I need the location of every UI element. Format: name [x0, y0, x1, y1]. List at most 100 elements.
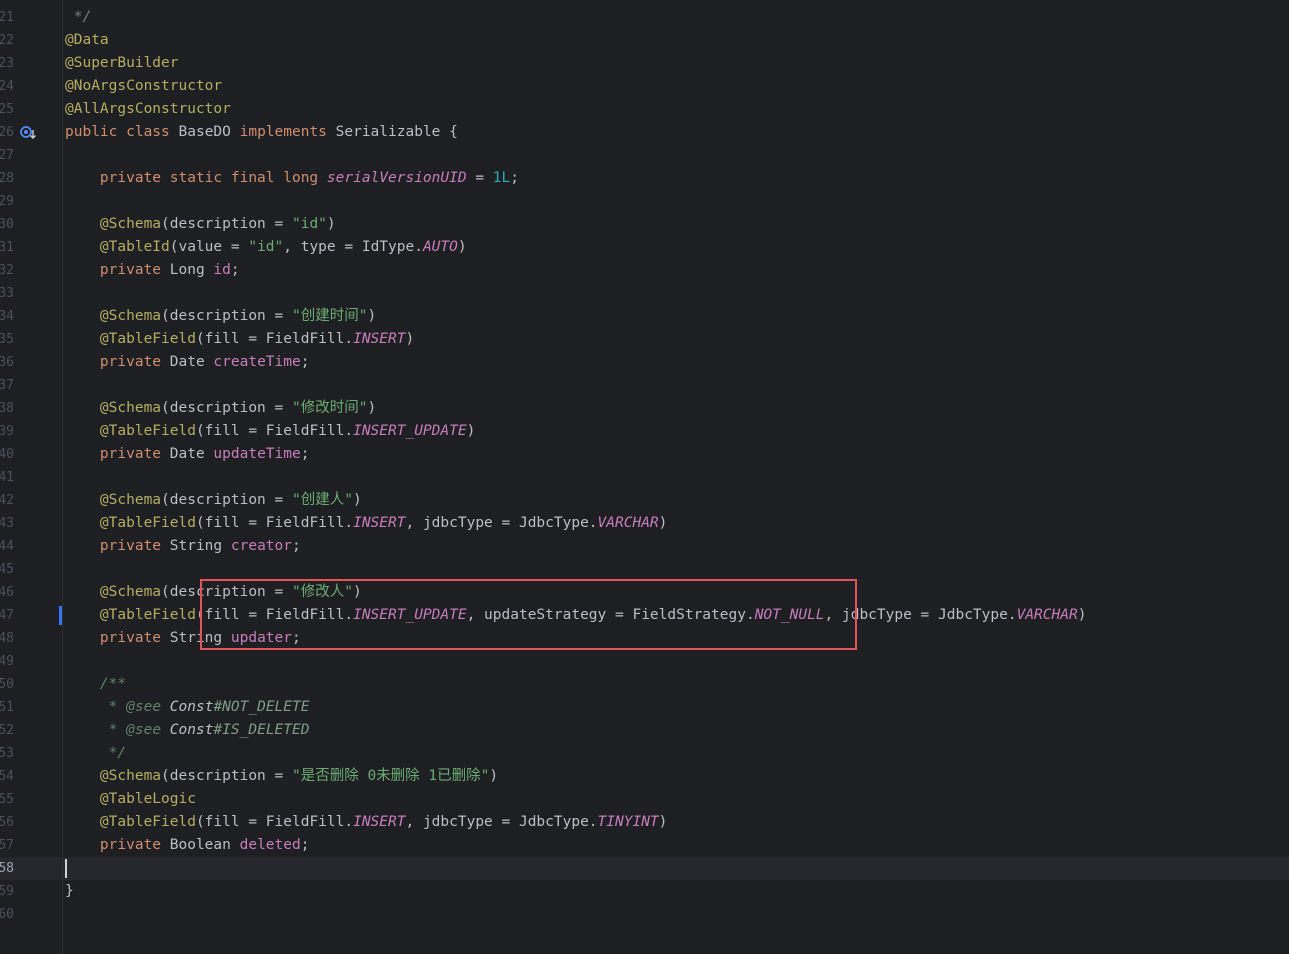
code-text: */: [65, 6, 91, 29]
code-text: [65, 857, 67, 880]
implementation-icon[interactable]: [19, 125, 37, 141]
code-line[interactable]: 31 @TableId(value = "id", type = IdType.…: [0, 236, 1289, 259]
line-number: 44: [0, 539, 14, 554]
code-line[interactable]: 51 * @see Const#NOT_DELETE: [0, 696, 1289, 719]
code-token: private: [99, 446, 170, 462]
code-line[interactable]: 30 @Schema(description = "id"): [0, 213, 1289, 236]
code-line[interactable]: 60: [0, 903, 1289, 926]
code-token: ;: [291, 538, 301, 554]
text-caret: [65, 858, 67, 878]
code-line[interactable]: 50 /**: [0, 673, 1289, 696]
code-text: private Date updateTime;: [65, 443, 310, 466]
code-token: Long: [169, 262, 214, 278]
code-token: @TableField: [99, 607, 196, 623]
code-token: Date: [169, 354, 214, 370]
line-number: 30: [0, 217, 14, 232]
code-token: ): [457, 239, 467, 255]
code-line[interactable]: 56 @TableField(fill = FieldFill.INSERT, …: [0, 811, 1289, 834]
code-token: updateTime: [213, 446, 301, 462]
code-line[interactable]: 40 private Date updateTime;: [0, 443, 1289, 466]
code-line[interactable]: 35 @TableField(fill = FieldFill.INSERT): [0, 328, 1289, 351]
code-text: @TableField(fill = FieldFill.INSERT): [65, 328, 414, 351]
line-number: 23: [0, 56, 14, 71]
code-token: INSERT: [353, 515, 406, 531]
code-line[interactable]: 43 @TableField(fill = FieldFill.INSERT, …: [0, 512, 1289, 535]
code-text: private static final long serialVersionU…: [65, 167, 519, 190]
line-number: 57: [0, 838, 14, 853]
code-line[interactable]: 38 @Schema(description = "修改时间"): [0, 397, 1289, 420]
code-token: (fill = FieldFill.: [195, 423, 354, 439]
code-line[interactable]: 41: [0, 466, 1289, 489]
code-line[interactable]: 29: [0, 190, 1289, 213]
code-token: BaseDO: [178, 124, 240, 140]
code-token: (description =: [161, 308, 292, 324]
code-token: "是否删除 0未删除 1已删除": [291, 768, 490, 784]
code-line[interactable]: 22 @Data: [0, 29, 1289, 52]
code-line[interactable]: 33: [0, 282, 1289, 305]
line-number: 38: [0, 401, 14, 416]
code-token: @TableField: [99, 331, 196, 347]
line-number: 39: [0, 424, 14, 439]
code-line[interactable]: 49: [0, 650, 1289, 673]
code-line[interactable]: 26 public class BaseDO implements Seriali…: [0, 121, 1289, 144]
code-line[interactable]: 39 @TableField(fill = FieldFill.INSERT_U…: [0, 420, 1289, 443]
code-token: @Schema: [99, 492, 162, 508]
line-number: 28: [0, 171, 14, 186]
code-token: id: [213, 262, 231, 278]
code-line[interactable]: 58: [0, 857, 1289, 880]
code-token: VARCHAR: [597, 515, 659, 531]
code-token: INSERT: [353, 331, 406, 347]
code-line[interactable]: 44 private String creator;: [0, 535, 1289, 558]
code-line[interactable]: 28 private static final long serialVersi…: [0, 167, 1289, 190]
code-line[interactable]: 42 @Schema(description = "创建人"): [0, 489, 1289, 512]
code-token: ): [1077, 607, 1087, 623]
code-line[interactable]: 55 @TableLogic: [0, 788, 1289, 811]
code-line[interactable]: 36 private Date createTime;: [0, 351, 1289, 374]
code-token: private: [99, 630, 170, 646]
code-editor[interactable]: 20 * 21 */22@Data23@SuperBuilder24@NoArg…: [0, 0, 1289, 926]
line-number: 56: [0, 815, 14, 830]
line-number: 52: [0, 723, 14, 738]
code-token: @TableId: [99, 239, 170, 255]
code-line[interactable]: 37: [0, 374, 1289, 397]
code-text: @AllArgsConstructor: [65, 98, 231, 121]
line-number: 33: [0, 286, 14, 301]
code-token: createTime: [213, 354, 301, 370]
line-number: 29: [0, 194, 14, 209]
code-token: @Schema: [99, 216, 162, 232]
code-line[interactable]: 54 @Schema(description = "是否删除 0未删除 1已删除…: [0, 765, 1289, 788]
code-line[interactable]: 27: [0, 144, 1289, 167]
code-line[interactable]: 21 */: [0, 6, 1289, 29]
code-token: @AllArgsConstructor: [65, 101, 231, 117]
code-line[interactable]: 25 @AllArgsConstructor: [0, 98, 1289, 121]
code-line[interactable]: 24 @NoArgsConstructor: [0, 75, 1289, 98]
line-number: 24: [0, 79, 14, 94]
line-number: 22: [0, 33, 14, 48]
code-line[interactable]: 53 */: [0, 742, 1289, 765]
code-line[interactable]: 34 @Schema(description = "创建时间"): [0, 305, 1289, 328]
code-token: @TableField: [99, 423, 196, 439]
code-token: ;: [300, 354, 310, 370]
code-text: @NoArgsConstructor: [65, 75, 222, 98]
code-text: private Date createTime;: [65, 351, 310, 374]
code-token: @Schema: [99, 308, 162, 324]
code-line[interactable]: 59}: [0, 880, 1289, 903]
code-line[interactable]: 23 @SuperBuilder: [0, 52, 1289, 75]
code-line[interactable]: 57 private Boolean deleted;: [0, 834, 1289, 857]
line-number: 35: [0, 332, 14, 347]
code-line[interactable]: 45: [0, 558, 1289, 581]
code-line[interactable]: 32 private Long id;: [0, 259, 1289, 282]
code-token: /**: [99, 676, 127, 692]
code-token: Date: [169, 446, 214, 462]
code-text: @TableField(fill = FieldFill.INSERT_UPDA…: [65, 420, 475, 443]
code-line[interactable]: 52 * @see Const#IS_DELETED: [0, 719, 1289, 742]
code-token: 1L: [492, 170, 511, 186]
line-number: 58: [0, 861, 14, 876]
